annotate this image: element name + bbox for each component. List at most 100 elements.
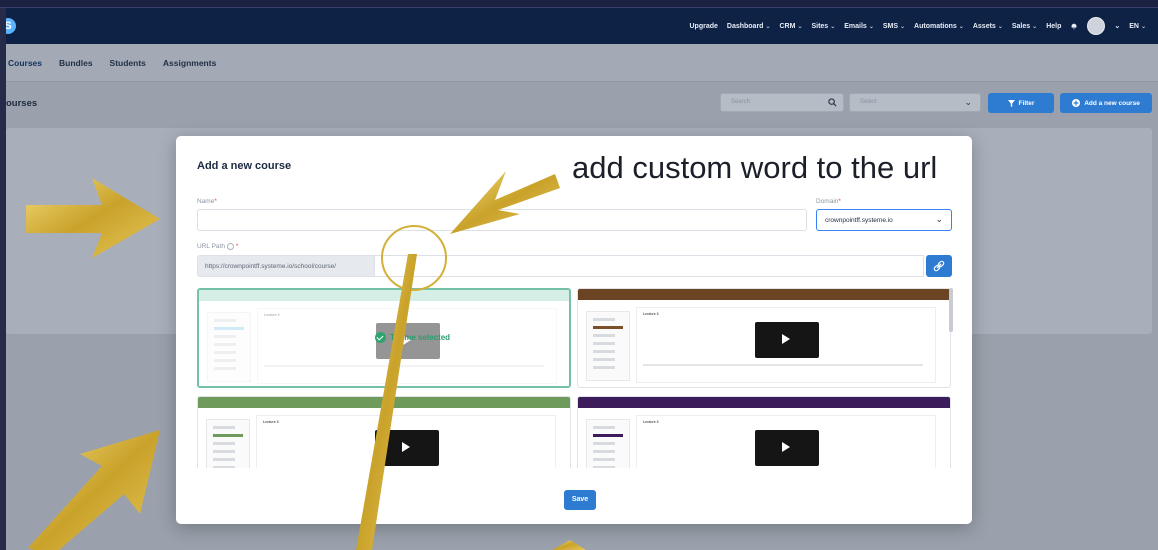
chevron-down-icon: ⌄: [1140, 23, 1146, 30]
nav-item-assets[interactable]: Assets ⌄: [973, 23, 1003, 30]
add-course-label: Add a new course: [1084, 99, 1140, 107]
add-course-button[interactable]: Add a new course: [1060, 93, 1152, 113]
search-placeholder: Search: [731, 99, 751, 105]
chevron-down-icon: ⌄: [935, 214, 943, 224]
filter-icon: [1007, 99, 1015, 107]
chevron-down-icon[interactable]: ⌄: [1114, 22, 1120, 30]
app-window: S Upgrade Dashboard ⌄ CRM ⌄ Sites ⌄ Emails ⌄ SMS ⌄…: [6, 8, 1158, 550]
select-placeholder: Select: [860, 99, 877, 105]
chevron-down-icon: ⌄: [765, 23, 771, 30]
nav-item-emails[interactable]: Emails ⌄: [844, 23, 874, 30]
video-preview: [375, 430, 439, 466]
name-label: Name*: [197, 198, 217, 205]
avatar[interactable]: [1087, 17, 1106, 35]
tab-courses[interactable]: Courses: [8, 58, 42, 68]
nav-item-sms[interactable]: SMS ⌄: [883, 23, 905, 30]
theme-card[interactable]: Lecture 3: [197, 396, 571, 468]
lecture-label: Lecture 3: [643, 312, 659, 316]
url-path-input[interactable]: [375, 255, 924, 277]
page-title: ourses: [6, 98, 38, 109]
chevron-down-icon: ⌄: [997, 23, 1003, 30]
play-icon: [782, 442, 790, 452]
nav-item-label: Upgrade: [689, 22, 718, 30]
search-icon[interactable]: [828, 98, 837, 107]
url-path-label: URL Path *: [197, 243, 239, 251]
tab-students[interactable]: Students: [110, 58, 146, 68]
screen-frame: S Upgrade Dashboard ⌄ CRM ⌄ Sites ⌄ Emails ⌄ SMS ⌄…: [0, 0, 1158, 550]
theme-header-bar: [198, 397, 570, 408]
filter-button[interactable]: Filter: [988, 93, 1054, 113]
language-selector[interactable]: EN ⌄: [1129, 23, 1146, 30]
nav-item-label: Dashboard: [726, 22, 764, 30]
tab-assignments[interactable]: Assignments: [163, 58, 216, 68]
search-input[interactable]: Search: [720, 93, 844, 112]
add-course-modal: Add a new course Name* Domain* crownpoin…: [176, 136, 972, 524]
bell-icon[interactable]: [1070, 22, 1078, 30]
lecture-label: Lecture 3: [643, 420, 659, 424]
chevron-down-icon: ⌄: [964, 97, 972, 107]
nav-item-crm[interactable]: CRM ⌄: [779, 23, 802, 30]
filter-label: Filter: [1018, 99, 1035, 107]
course-filter-select[interactable]: Select ⌄: [849, 93, 981, 112]
nav-item-automations[interactable]: Automations ⌄: [914, 23, 964, 30]
save-button[interactable]: Save: [564, 490, 596, 510]
theme-gallery-scrollbar[interactable]: [949, 288, 953, 332]
page-header: ourses Search Select ⌄ Filter Add a new …: [6, 90, 1158, 118]
theme-sidebar-preview: [586, 419, 630, 468]
chevron-down-icon: ⌄: [830, 23, 836, 30]
main-menu: Upgrade Dashboard ⌄ CRM ⌄ Sites ⌄ Emails ⌄ SMS ⌄ Au…: [689, 8, 1146, 44]
text-line: [643, 364, 923, 366]
nav-item-sales[interactable]: Sales ⌄: [1012, 23, 1037, 30]
sub-navigation: Courses Bundles Students Assignments: [6, 44, 1158, 82]
browser-top-strip: [0, 0, 1158, 8]
nav-item-label: SMS: [882, 22, 899, 30]
video-preview: [755, 430, 819, 466]
nav-item-upgrade[interactable]: Upgrade: [689, 23, 717, 30]
language-label: EN: [1129, 22, 1139, 30]
modal-title: Add a new course: [197, 160, 292, 172]
nav-item-label: Sales: [1011, 22, 1031, 30]
chevron-down-icon: ⌄: [868, 23, 874, 30]
theme-content-preview: Lecture 3: [636, 415, 936, 468]
app-logo-icon[interactable]: S: [6, 18, 16, 34]
theme-sidebar-preview: [206, 419, 250, 468]
nav-item-label: Emails: [844, 22, 867, 30]
chevron-down-icon: ⌄: [958, 23, 964, 30]
lecture-label: Lecture 3: [263, 420, 279, 424]
link-icon: [933, 260, 945, 272]
nav-item-label: Sites: [811, 22, 829, 30]
chevron-down-icon: ⌄: [797, 23, 803, 30]
annotation-caption: add custom word to the url: [572, 150, 938, 185]
theme-gallery: Lecture 3Theme selectedLecture 3Lecture …: [197, 288, 957, 468]
theme-card[interactable]: Lecture 3: [577, 396, 951, 468]
chevron-down-icon: ⌄: [1032, 23, 1038, 30]
theme-selected-badge: Theme selected: [375, 332, 450, 343]
generate-link-button[interactable]: [926, 255, 952, 277]
nav-item-dashboard[interactable]: Dashboard ⌄: [727, 23, 771, 30]
nav-item-label: Automations: [914, 22, 957, 30]
nav-item-label: Help: [1046, 22, 1062, 30]
theme-card[interactable]: Lecture 3Theme selected: [197, 288, 571, 388]
domain-label: Domain*: [816, 198, 841, 205]
play-icon: [402, 442, 410, 452]
nav-item-help[interactable]: Help: [1046, 23, 1061, 30]
domain-select[interactable]: crownpointff.systeme.io ⌄: [816, 209, 952, 231]
nav-item-label: CRM: [779, 22, 796, 30]
tab-bundles[interactable]: Bundles: [59, 58, 93, 68]
video-preview: [755, 322, 819, 358]
theme-card[interactable]: Lecture 3: [577, 288, 951, 388]
plus-circle-icon: [1072, 99, 1081, 107]
url-prefix: https://crownpointff.systeme.io/school/c…: [197, 255, 375, 277]
play-icon: [782, 334, 790, 344]
theme-header-bar: [578, 397, 950, 408]
nav-item-label: Assets: [972, 22, 996, 30]
top-navigation: S Upgrade Dashboard ⌄ CRM ⌄ Sites ⌄ Emails ⌄ SMS ⌄…: [6, 8, 1158, 44]
nav-item-sites[interactable]: Sites ⌄: [811, 23, 835, 30]
theme-content-preview: Lecture 3: [636, 307, 936, 383]
chevron-down-icon: ⌄: [900, 23, 906, 30]
theme-sidebar-preview: [586, 311, 630, 381]
info-icon[interactable]: [226, 243, 234, 250]
theme-header-bar: [578, 289, 950, 300]
theme-content-preview: Lecture 3: [256, 415, 556, 468]
name-input[interactable]: [197, 209, 807, 231]
